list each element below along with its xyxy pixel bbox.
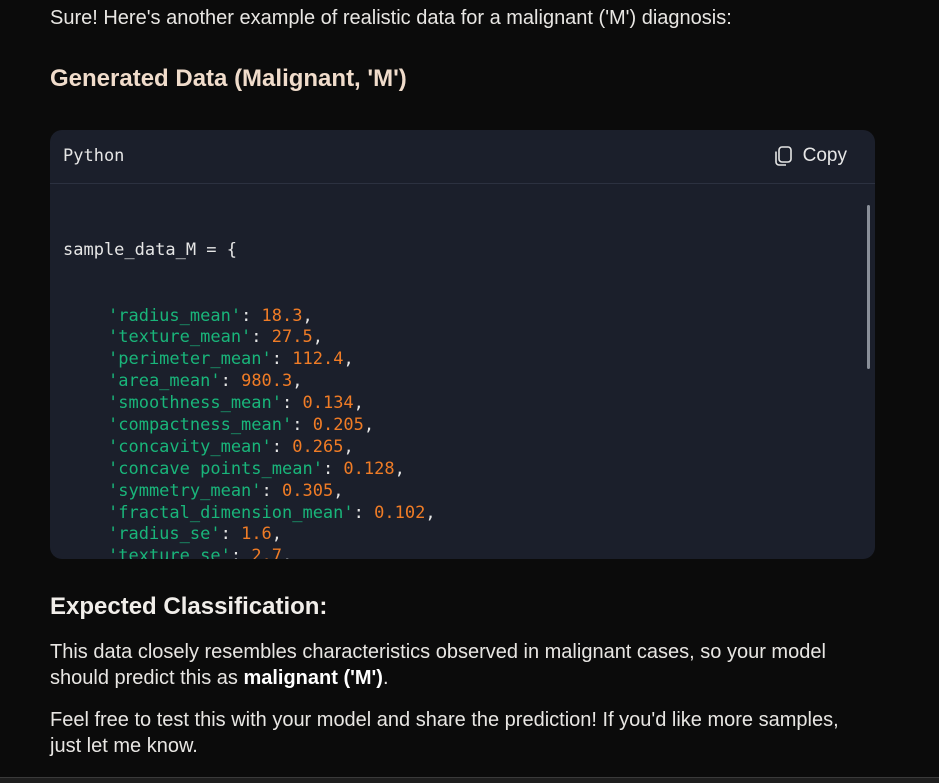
code-line: 'concave points_mean': 0.128,: [108, 458, 405, 479]
code-language-label: Python: [63, 146, 125, 166]
code-line: 'compactness_mean': 0.205,: [108, 414, 375, 435]
code-value: 0.134: [302, 393, 354, 414]
code-value: 0.205: [312, 414, 364, 435]
followup-paragraph: Feel free to test this with your model a…: [50, 709, 839, 757]
code-line: 'area_mean': 980.3,: [108, 371, 303, 392]
code-line: 'texture_mean': 27.5,: [108, 327, 323, 348]
code-line: sample_data_M = {: [63, 240, 855, 262]
code-block: Python Copy sample_data_M = { 'radius_me…: [50, 130, 875, 559]
code-key: 'area_mean': [108, 371, 221, 392]
paragraph-text: This data closely resembles characterist…: [50, 641, 826, 689]
code-value: 0.128: [343, 458, 395, 479]
code-line: 'smoothness_mean': 0.134,: [108, 393, 364, 414]
code-key: 'smoothness_mean': [108, 393, 282, 414]
code-key: 'texture_mean': [108, 327, 252, 348]
code-line: 'perimeter_mean': 112.4,: [108, 349, 354, 370]
bottom-bar: [0, 777, 939, 783]
code-line: 'symmetry_mean': 0.305,: [108, 480, 344, 501]
code-line: 'radius_se': 1.6,: [108, 524, 283, 545]
generated-data-heading: Generated Data (Malignant, 'M'): [50, 65, 407, 92]
code-content[interactable]: sample_data_M = { 'radius_mean': 18.3,'t…: [63, 196, 855, 559]
code-opening-line: sample_data_M = {: [63, 239, 237, 260]
code-block-header: Python Copy: [50, 130, 875, 184]
code-scrollbar[interactable]: [867, 205, 870, 369]
code-key: 'radius_mean': [108, 305, 242, 326]
code-value: 2.7: [251, 546, 283, 559]
copy-button[interactable]: Copy: [771, 144, 847, 168]
copy-icon: [771, 144, 795, 168]
code-value: 27.5: [271, 327, 313, 348]
code-key: 'texture_se': [108, 546, 231, 559]
code-key: 'concave points_mean': [108, 458, 323, 479]
code-key: 'perimeter_mean': [108, 349, 272, 370]
classification-paragraph: This data closely resembles characterist…: [50, 639, 875, 691]
code-value: 0.305: [282, 480, 334, 501]
code-key: 'radius_se': [108, 524, 221, 545]
code-value: 980.3: [241, 371, 293, 392]
code-key: 'concavity_mean': [108, 436, 272, 457]
code-key: 'fractal_dimension_mean': [108, 502, 354, 523]
code-value: 0.265: [292, 436, 344, 457]
code-key: 'symmetry_mean': [108, 480, 262, 501]
paragraph-bold-label: malignant ('M'): [243, 667, 383, 689]
code-value: 112.4: [292, 349, 344, 370]
paragraph-end: .: [382, 667, 389, 689]
code-value: 1.6: [241, 524, 272, 545]
code-line: 'fractal_dimension_mean': 0.102,: [108, 502, 436, 523]
code-line: 'radius_mean': 18.3,: [108, 305, 313, 326]
code-key: 'compactness_mean': [108, 414, 293, 435]
code-value: 0.102: [374, 502, 426, 523]
expected-classification-heading: Expected Classification:: [50, 593, 328, 620]
intro-text: Sure! Here's another example of realisti…: [50, 7, 732, 29]
code-value: 18.3: [261, 305, 303, 326]
code-line: 'texture_se': 2.7,: [63, 546, 855, 559]
copy-label: Copy: [802, 145, 847, 166]
code-line: 'concavity_mean': 0.265,: [108, 436, 354, 457]
